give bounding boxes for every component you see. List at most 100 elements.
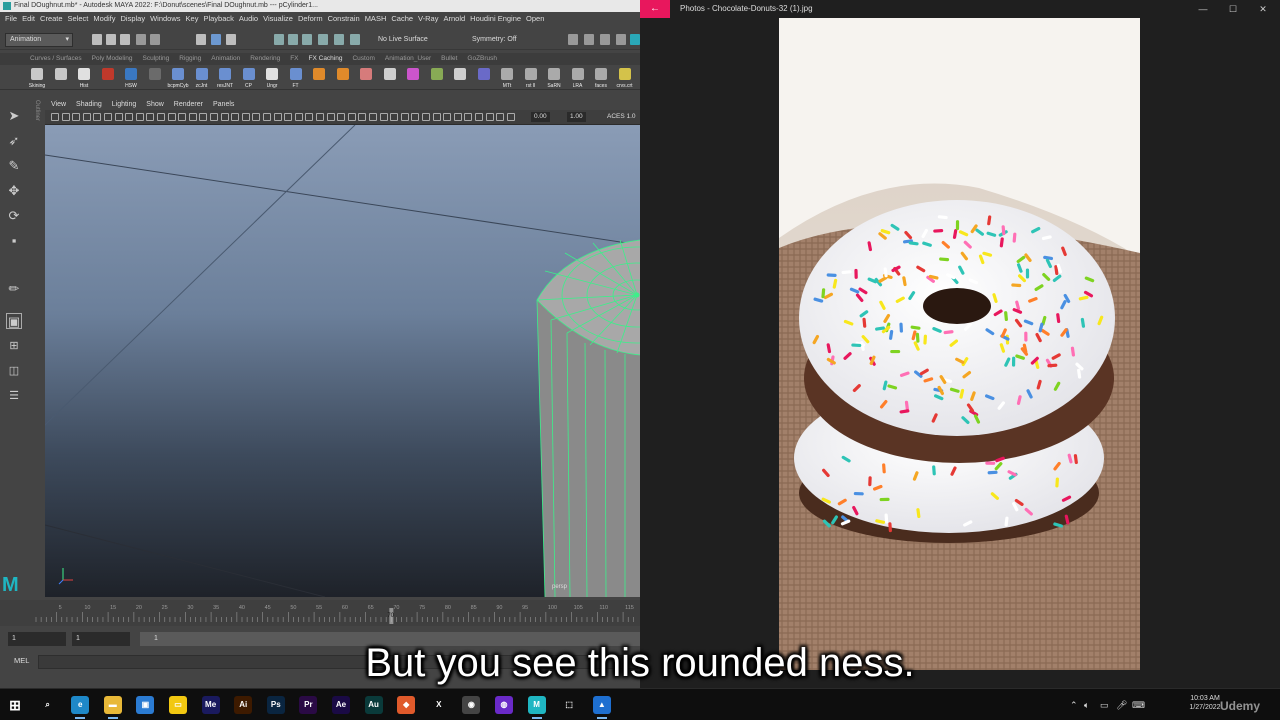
- redo-icon[interactable]: [150, 34, 160, 45]
- taskbar-windows-start-icon[interactable]: ⊞: [6, 696, 24, 714]
- taskbar-davinci-icon[interactable]: ◉: [462, 696, 481, 714]
- menu-item-audio[interactable]: Audio: [239, 12, 258, 26]
- select-component-icon[interactable]: [226, 34, 236, 45]
- hypershade-icon[interactable]: [616, 34, 626, 45]
- menu-item-constrain[interactable]: Constrain: [328, 12, 360, 26]
- panel-menu-panels[interactable]: Panels: [213, 99, 234, 110]
- volume-icon[interactable]: 🔈︎: [1084, 699, 1089, 711]
- shelf-button[interactable]: LRA: [567, 67, 589, 89]
- shelf-tab-animation[interactable]: Animation: [211, 53, 240, 65]
- panel-toolbar-icon[interactable]: [506, 113, 515, 121]
- menu-item-cache[interactable]: Cache: [391, 12, 413, 26]
- panel-toolbar-icon[interactable]: [432, 113, 441, 121]
- symmetry-dropdown[interactable]: Symmetry: Off: [472, 34, 517, 46]
- menu-item-v-ray[interactable]: V-Ray: [418, 12, 438, 26]
- snap-grid-icon[interactable]: [274, 34, 284, 45]
- taskbar-illustrator-icon[interactable]: Ai: [234, 696, 253, 714]
- single-perspective-icon[interactable]: ▣: [6, 313, 22, 329]
- shelf-tab-poly-modeling[interactable]: Poly Modeling: [92, 53, 133, 65]
- panel-menu-show[interactable]: Show: [146, 99, 164, 110]
- panel-toolbar-icon[interactable]: [231, 113, 240, 121]
- shelf-button[interactable]: [355, 67, 377, 89]
- back-button[interactable]: ←: [640, 0, 670, 18]
- panel-toolbar-icon[interactable]: [422, 113, 430, 121]
- shelf-button[interactable]: rst ll: [520, 67, 542, 89]
- panel-toolbar-icon[interactable]: [178, 113, 187, 121]
- panel-toolbar-icon[interactable]: [241, 113, 250, 121]
- panel-toolbar-icon[interactable]: [390, 113, 399, 121]
- paint-select-icon[interactable]: ✎: [6, 158, 22, 174]
- shelf-button[interactable]: [97, 67, 119, 89]
- taskbar-edge-icon[interactable]: e: [71, 696, 90, 719]
- menu-item-key[interactable]: Key: [186, 12, 199, 26]
- panel-menu-shading[interactable]: Shading: [76, 99, 102, 110]
- taskbar-substance-icon[interactable]: ◆: [397, 696, 416, 714]
- panel-toolbar-icon[interactable]: [220, 113, 229, 121]
- shelf-button[interactable]: resJNT: [214, 67, 236, 89]
- snap-view-icon[interactable]: [318, 34, 328, 45]
- panel-toolbar-icon[interactable]: [273, 113, 282, 121]
- taskbar-file-explorer-icon[interactable]: ▬: [103, 696, 122, 719]
- live-surface-field[interactable]: No Live Surface: [378, 34, 428, 46]
- shelf-button[interactable]: [426, 67, 448, 89]
- panel-toolbar-icon[interactable]: [464, 113, 473, 121]
- menu-item-mash[interactable]: MASH: [365, 12, 387, 26]
- panel-toolbar-icon[interactable]: [210, 113, 218, 121]
- panel-toolbar-icon[interactable]: [316, 113, 324, 121]
- shelf-button[interactable]: bcpmCyb: [167, 67, 189, 89]
- shelf-tab-rigging[interactable]: Rigging: [179, 53, 201, 65]
- shelf-button[interactable]: [402, 67, 424, 89]
- menu-item-select[interactable]: Select: [68, 12, 89, 26]
- shelf-button[interactable]: FT: [285, 67, 307, 89]
- rotate-tool-icon[interactable]: ⟳: [6, 208, 22, 224]
- close-button[interactable]: ✕: [1248, 0, 1278, 18]
- shelf-button[interactable]: zcJnt: [191, 67, 213, 89]
- panel-toolbar-icon[interactable]: [125, 113, 134, 121]
- network-icon[interactable]: ▭: [1100, 699, 1109, 711]
- four-view-icon[interactable]: ⊞: [6, 338, 22, 354]
- taskbar-audition-icon[interactable]: Au: [364, 696, 383, 714]
- exposure-field[interactable]: 0.00: [531, 112, 550, 122]
- panel-menu-lighting[interactable]: Lighting: [112, 99, 137, 110]
- two-view-icon[interactable]: ◫: [6, 363, 22, 379]
- panel-toolbar-icon[interactable]: [411, 113, 420, 121]
- taskbar-snipping-icon[interactable]: ⬚: [560, 696, 578, 714]
- undo-icon[interactable]: [136, 34, 146, 45]
- taskbar-obs-icon[interactable]: ◍: [495, 696, 513, 714]
- panel-menu-renderer[interactable]: Renderer: [174, 99, 203, 110]
- menu-item-display[interactable]: Display: [121, 12, 146, 26]
- outliner-layout-icon[interactable]: ☰: [6, 388, 22, 404]
- taskbar-maya-icon[interactable]: M: [527, 696, 546, 719]
- time-slider[interactable]: 5 10 15 20 25 30 35 40 45 50 55 60 65 70 75 80 85 90 95 100…: [0, 600, 640, 626]
- panel-toolbar-icon[interactable]: [475, 113, 483, 121]
- menu-item-create[interactable]: Create: [40, 12, 63, 26]
- panel-toolbar-icon[interactable]: [135, 113, 144, 121]
- panel-toolbar-icon[interactable]: [188, 113, 197, 121]
- menu-item-windows[interactable]: Windows: [150, 12, 180, 26]
- panel-toolbar-icon[interactable]: [358, 113, 367, 121]
- arnold-icon[interactable]: [630, 34, 640, 45]
- menu-set-select[interactable]: Animation: [5, 33, 73, 47]
- chevron-up-icon[interactable]: ⌃: [1070, 699, 1078, 711]
- shelf-tab-fx[interactable]: FX: [290, 53, 298, 65]
- minimize-button[interactable]: —: [1188, 0, 1218, 18]
- last-tool-icon[interactable]: ✏: [6, 281, 22, 297]
- shelf-button[interactable]: [473, 67, 495, 89]
- panel-toolbar-icon[interactable]: [199, 113, 208, 121]
- render-settings-icon[interactable]: [600, 34, 610, 45]
- move-tool-icon[interactable]: ✥: [6, 183, 22, 199]
- panel-toolbar-icon[interactable]: [347, 113, 356, 121]
- shelf-button[interactable]: [144, 67, 166, 89]
- outliner-tab[interactable]: Outliner: [30, 100, 40, 130]
- taskbar-after-effects-icon[interactable]: Ae: [332, 696, 350, 714]
- panel-toolbar-icon[interactable]: [294, 113, 303, 121]
- ipr-render-icon[interactable]: [584, 34, 594, 45]
- select-hierarchy-icon[interactable]: [196, 34, 206, 45]
- shelf-button[interactable]: Ungr: [261, 67, 283, 89]
- panel-toolbar-icon[interactable]: [379, 113, 388, 121]
- snap-curve-icon[interactable]: [288, 34, 298, 45]
- panel-toolbar-icon[interactable]: [337, 113, 346, 121]
- new-scene-icon[interactable]: [92, 34, 102, 45]
- panel-toolbar-icon[interactable]: [485, 113, 494, 121]
- shelf-button[interactable]: HSW: [120, 67, 142, 89]
